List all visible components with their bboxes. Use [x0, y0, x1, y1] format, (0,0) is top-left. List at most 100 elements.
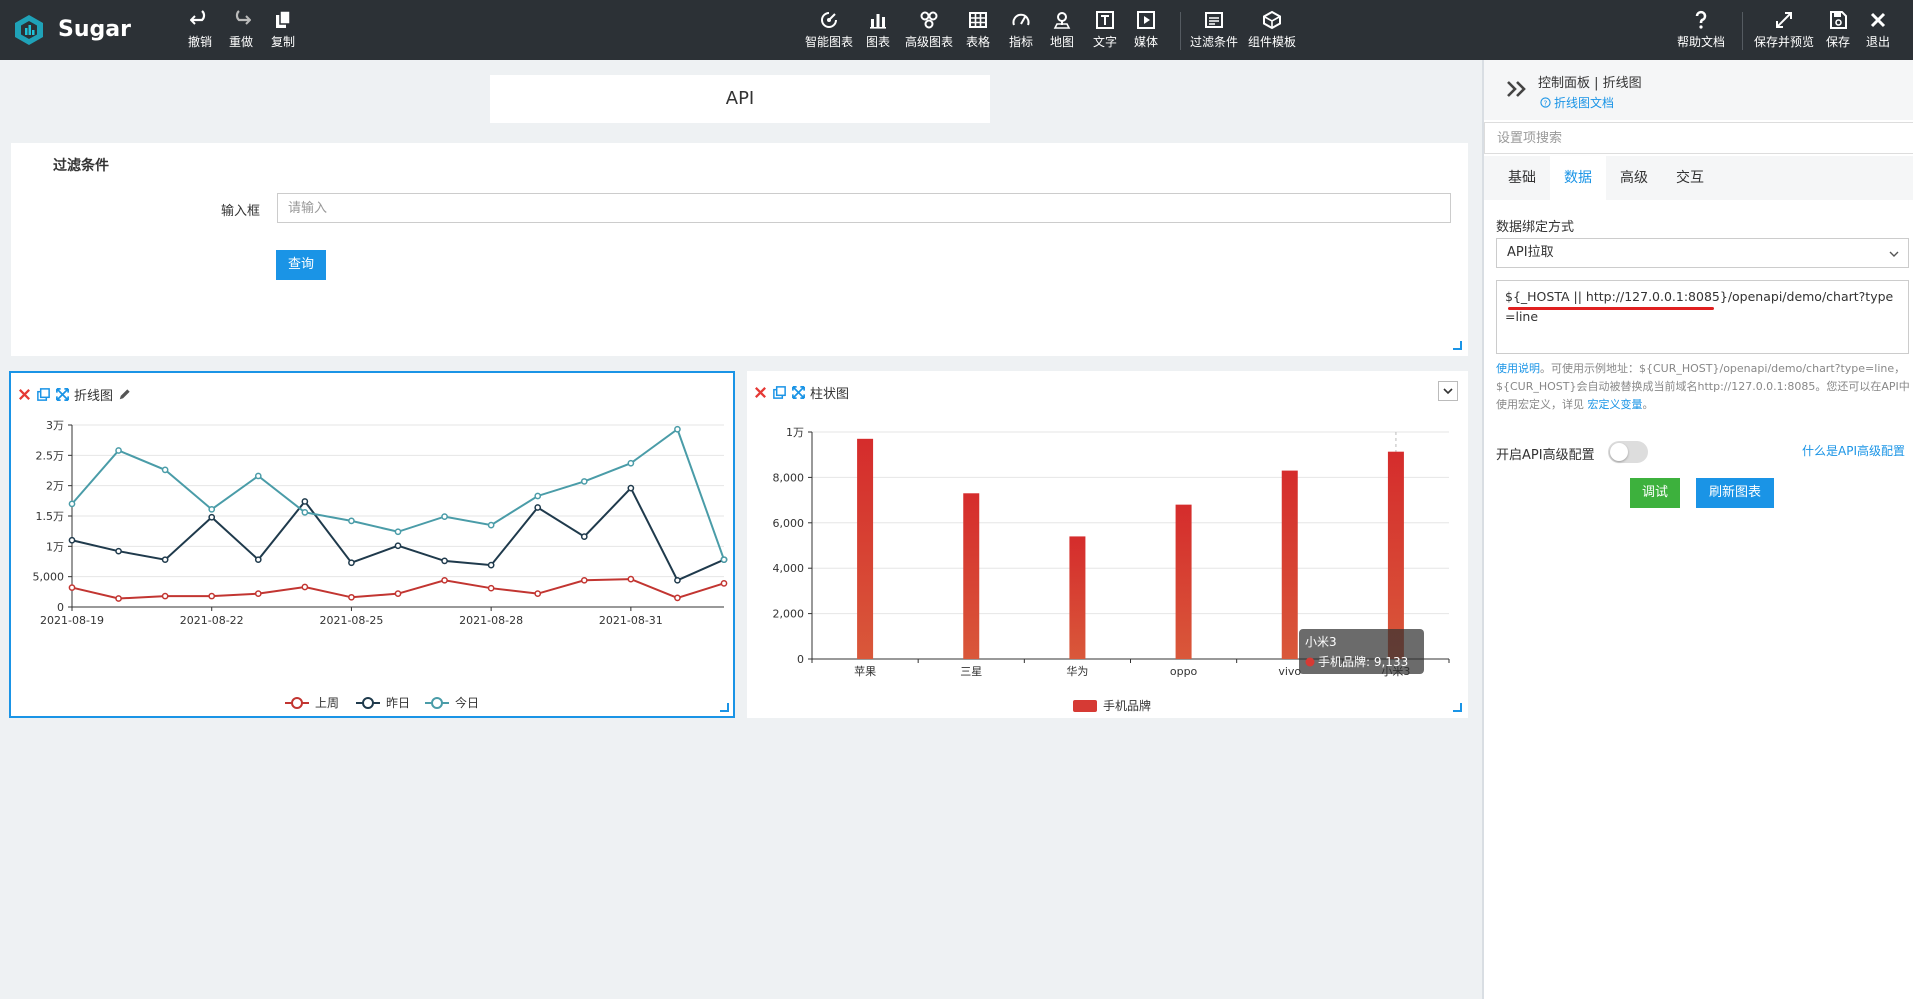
- bar-chart-button[interactable]: 图表: [866, 10, 890, 54]
- toolbar-label: 表格: [966, 35, 991, 49]
- smart-chart-button[interactable]: 智能图表: [805, 10, 853, 54]
- toolbar-label: 重做: [229, 35, 254, 49]
- smart-chart-icon: [821, 12, 837, 28]
- data-point: [441, 557, 448, 565]
- filter-input-label: 输入框: [221, 204, 261, 219]
- x-tick-label: 2021-08-31: [599, 614, 663, 627]
- help-button[interactable]: 帮助文档: [1677, 10, 1725, 54]
- resize-handle[interactable]: [1453, 703, 1462, 712]
- resize-handle[interactable]: [720, 703, 729, 712]
- data-point: [254, 556, 262, 564]
- map-button[interactable]: 地图: [1050, 10, 1074, 54]
- data-point: [301, 509, 309, 516]
- x-tick-label: 2021-08-25: [319, 614, 383, 627]
- data-point: [487, 561, 495, 569]
- tooltip-value: 手机品牌: 9,133: [1318, 655, 1408, 669]
- table-icon: [969, 12, 987, 28]
- top-toolbar: Sugar 撤销 重做 复制 智能图表 图表 高级图表 表格 指标 地图 文字 媒体 过滤条件 组件模…: [0, 0, 1913, 60]
- line-chart-card[interactable]: 折线图 0 5,000 1万 1.5万 2万 2.5万 3万 2021-08-19 2021-0…: [9, 371, 735, 718]
- data-point: [580, 576, 588, 584]
- filter-title: 过滤条件: [53, 158, 109, 174]
- tab-basic[interactable]: 基础: [1494, 156, 1550, 200]
- advanced-chart-button[interactable]: 高级图表: [905, 10, 953, 54]
- filter-button[interactable]: 过滤条件: [1190, 10, 1238, 54]
- y-tick-label: 6,000: [773, 517, 805, 530]
- redo-button[interactable]: 重做: [229, 10, 253, 54]
- data-point: [161, 592, 169, 600]
- advanced-config-label: 开启API高级配置: [1496, 448, 1595, 463]
- resize-handle[interactable]: [1453, 341, 1462, 350]
- data-point: [487, 584, 495, 592]
- legend-label: 今日: [455, 695, 479, 710]
- line-chart-doc-link[interactable]: ? 折线图文档: [1540, 94, 1614, 111]
- tab-interaction[interactable]: 交互: [1662, 156, 1718, 200]
- api-url-textarea[interactable]: ${_HOSTA || http://127.0.0.1:8085}/opena…: [1496, 280, 1909, 354]
- data-point: [674, 425, 681, 433]
- tab-data[interactable]: 数据: [1550, 156, 1606, 200]
- data-point: [487, 521, 495, 529]
- data-point: [674, 594, 681, 602]
- data-point: [627, 484, 635, 492]
- advanced-config-help-link[interactable]: 什么是API高级配置: [1802, 442, 1905, 459]
- toolbar-label: 保存: [1826, 35, 1851, 49]
- copy-button[interactable]: 复制: [271, 10, 295, 54]
- collapse-panel-icon[interactable]: [1506, 80, 1528, 98]
- toolbar-label: 地图: [1050, 35, 1075, 49]
- preview-icon: [1776, 12, 1792, 28]
- y-tick-label: 2,000: [773, 608, 805, 621]
- toggle-knob: [1610, 443, 1628, 461]
- query-button[interactable]: 查询: [276, 250, 326, 280]
- legend-label: 上周: [315, 696, 339, 710]
- legend-label: 手机品牌: [1103, 699, 1151, 713]
- debug-button[interactable]: 调试: [1630, 478, 1680, 508]
- tab-advanced[interactable]: 高级: [1606, 156, 1662, 200]
- legend-marker: [291, 697, 303, 709]
- template-button[interactable]: 组件模板: [1248, 10, 1296, 54]
- media-button[interactable]: 媒体: [1134, 10, 1158, 54]
- filter-panel[interactable]: 过滤条件 输入框 查询: [11, 143, 1468, 356]
- x-tick-label: oppo: [1170, 665, 1198, 678]
- toolbar-label: 文字: [1093, 35, 1118, 49]
- exit-button[interactable]: 退出: [1866, 10, 1890, 54]
- y-tick-label: 8,000: [773, 471, 805, 484]
- x-tick-label: vivo: [1278, 665, 1301, 678]
- usage-guide-link[interactable]: 使用说明: [1496, 362, 1540, 375]
- line-chart: 0 5,000 1万 1.5万 2万 2.5万 3万 2021-08-19 2021-08-22…: [33, 419, 728, 710]
- save-button[interactable]: 保存: [1826, 10, 1850, 54]
- text-button[interactable]: 文字: [1093, 10, 1117, 54]
- settings-search-input[interactable]: [1484, 122, 1913, 154]
- preview-button[interactable]: 保存并预览: [1754, 10, 1814, 54]
- redo-icon: [235, 10, 251, 25]
- y-tick-label: 0: [57, 601, 64, 614]
- table-button[interactable]: 表格: [966, 10, 990, 54]
- toolbar-label: 组件模板: [1248, 35, 1297, 49]
- tooltip-marker: [1305, 657, 1315, 667]
- advanced-config-toggle[interactable]: [1608, 441, 1648, 463]
- legend-swatch: [1073, 700, 1097, 712]
- data-point: [348, 593, 355, 601]
- data-point: [301, 583, 309, 591]
- gauge-button[interactable]: 指标: [1009, 10, 1033, 54]
- filter-input[interactable]: [277, 193, 1451, 223]
- bar-chart-card[interactable]: 柱状图 0 2,000 4,000 6,000 8,000 1万 苹果 三星 华为 oppo viv…: [747, 371, 1468, 718]
- undo-button[interactable]: 撤销: [188, 10, 212, 54]
- toolbar-label: 指标: [1009, 35, 1034, 49]
- api-title-block[interactable]: API: [490, 75, 990, 123]
- x-tick-label: 华为: [1066, 664, 1088, 678]
- data-point: [115, 595, 122, 602]
- macro-variable-link[interactable]: 宏定义变量: [1588, 398, 1643, 411]
- bar-chart: 02,0004,0006,0008,0001万苹果三星华为oppovivo小米3…: [773, 426, 1450, 713]
- binding-select[interactable]: API拉取: [1496, 238, 1909, 268]
- toolbar-label: 高级图表: [905, 35, 954, 49]
- y-tick-label: 1万: [786, 426, 804, 439]
- toolbar-label: 复制: [271, 35, 296, 49]
- data-point: [441, 513, 448, 520]
- y-tick-label: 2.5万: [36, 449, 65, 462]
- data-point: [254, 472, 262, 480]
- help-circle-icon: ?: [1540, 97, 1551, 108]
- data-point: [68, 536, 76, 544]
- x-tick-label: 苹果: [854, 664, 876, 678]
- sugar-logo-icon: [15, 15, 43, 45]
- refresh-chart-button[interactable]: 刷新图表: [1696, 478, 1774, 508]
- chevron-down-icon: [1889, 251, 1899, 257]
